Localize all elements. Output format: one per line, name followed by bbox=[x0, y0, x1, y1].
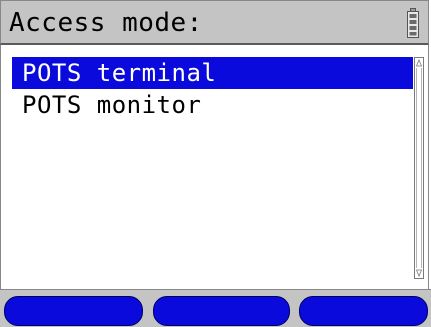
page-title: Access mode: bbox=[9, 8, 203, 38]
title-bar: Access mode: bbox=[0, 0, 429, 45]
scroll-up-icon[interactable] bbox=[416, 59, 422, 67]
menu-list: POTS terminal POTS monitor bbox=[12, 57, 413, 121]
scroll-track[interactable] bbox=[416, 68, 422, 268]
scroll-down-icon[interactable] bbox=[416, 269, 422, 277]
scrollbar[interactable] bbox=[414, 57, 424, 279]
menu-panel: POTS terminal POTS monitor bbox=[0, 45, 429, 289]
list-item-pots-monitor[interactable]: POTS monitor bbox=[12, 89, 413, 121]
battery-icon bbox=[407, 8, 419, 38]
list-item-pots-terminal[interactable]: POTS terminal bbox=[12, 57, 413, 89]
device-screen: Access mode: POTS terminal POTS monitor bbox=[0, 0, 431, 327]
softkey-bar bbox=[0, 289, 431, 327]
softkey-1-button[interactable] bbox=[4, 296, 143, 326]
softkey-2-button[interactable] bbox=[153, 296, 290, 326]
softkey-3-button[interactable] bbox=[299, 296, 428, 326]
